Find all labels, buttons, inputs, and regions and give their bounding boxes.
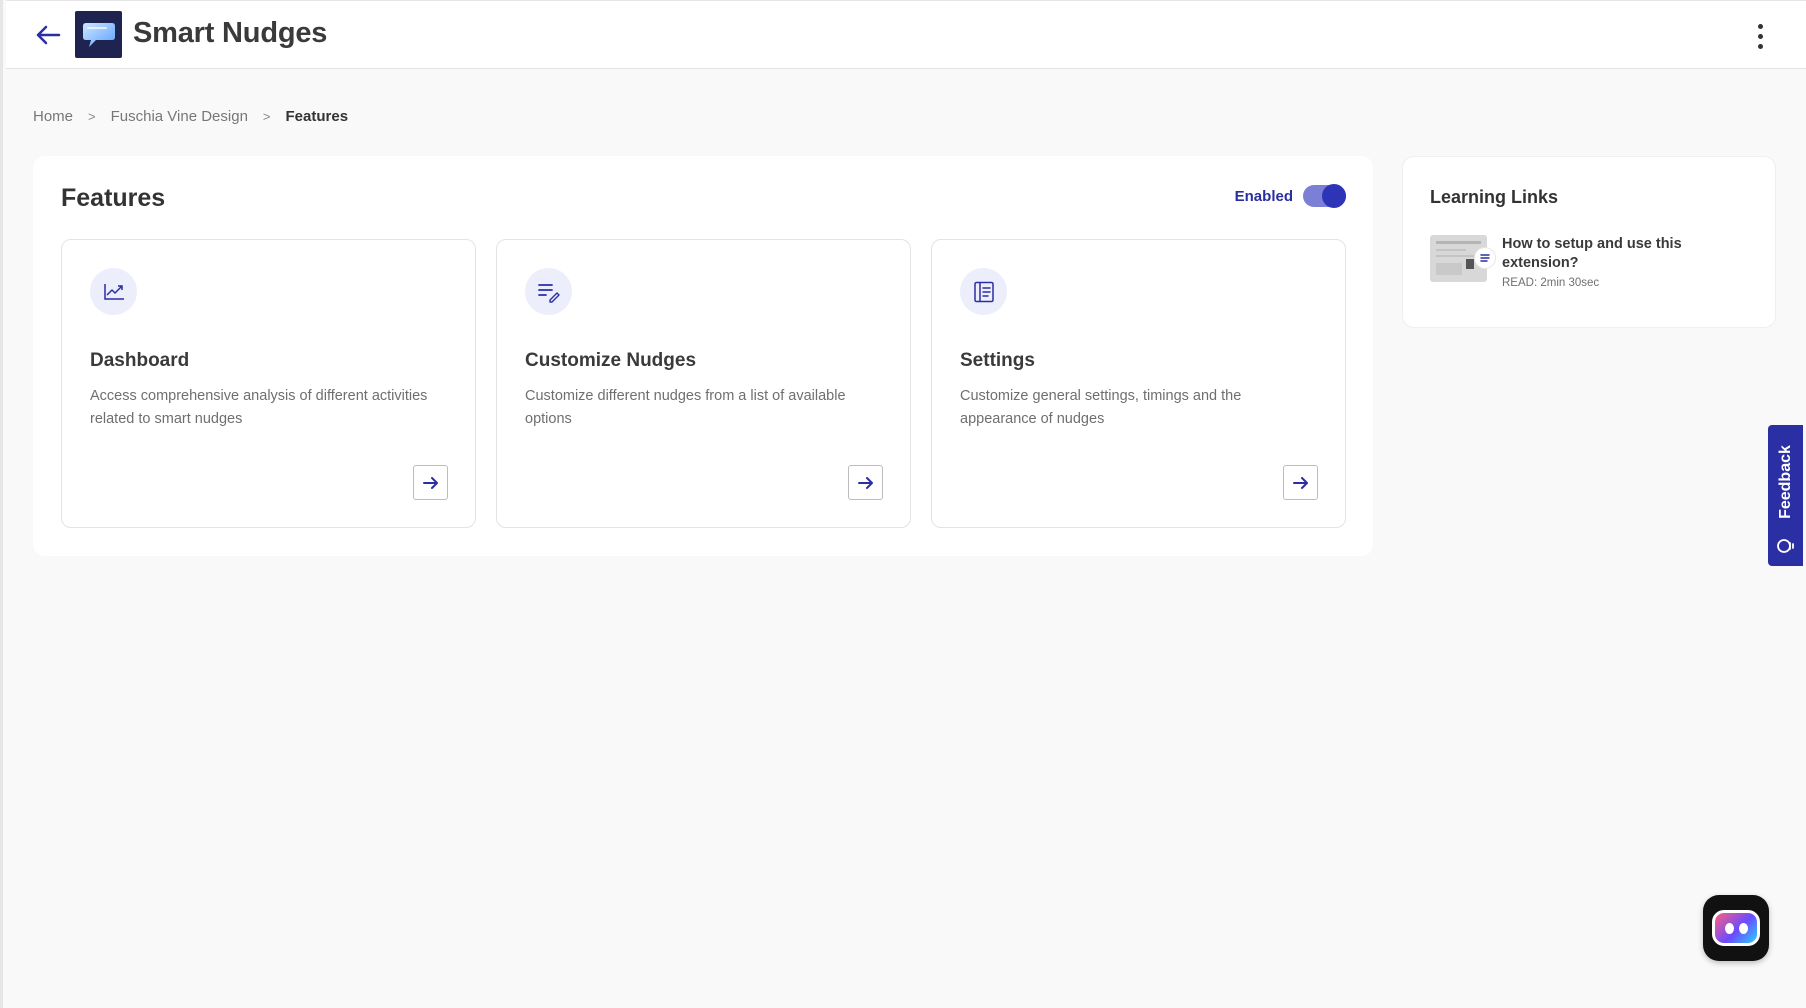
arrow-right-icon: [422, 476, 438, 489]
card-title: Dashboard: [90, 350, 190, 371]
toggle-knob: [1322, 184, 1346, 208]
kebab-dot: [1757, 33, 1763, 39]
arrow-right-icon: [857, 476, 873, 489]
list-edit-icon: [525, 268, 572, 315]
trend-chart-icon: [90, 268, 137, 315]
breadcrumb-separator: >: [262, 109, 271, 124]
card-description: Access comprehensive analysis of differe…: [90, 388, 428, 427]
app-root: Smart Nudges Home > Fuschia Vine Design …: [0, 0, 1806, 1008]
feedback-label: Feedback: [1776, 444, 1794, 519]
learning-links-heading: Learning Links: [1430, 187, 1559, 207]
card-title: Customize Nudges: [525, 350, 697, 371]
arrow-right-icon: [1292, 476, 1308, 489]
top-bar: Smart Nudges: [6, 0, 1806, 69]
feature-card-customize-nudges[interactable]: Customize Nudges Customize different nud…: [496, 239, 911, 528]
learning-link-item[interactable]: How to setup and use this extension? REA…: [1430, 235, 1760, 291]
learning-link-read-time: READ: 2min 30sec: [1502, 277, 1600, 289]
open-dashboard-button[interactable]: [413, 465, 448, 500]
app-logo: [75, 11, 122, 58]
arrow-left-icon: [36, 25, 61, 45]
features-heading: Features: [61, 184, 166, 212]
learning-link-title[interactable]: How to setup and use this extension?: [1502, 235, 1752, 273]
breadcrumb: Home > Fuschia Vine Design > Features: [33, 108, 348, 125]
feature-cards: Dashboard Access comprehensive analysis …: [61, 239, 1346, 528]
learning-links-panel: Learning Links How to setup and use this…: [1402, 156, 1776, 328]
breadcrumb-current: Features: [285, 108, 349, 125]
document-icon: [1475, 248, 1495, 268]
card-title: Settings: [960, 350, 1035, 371]
open-settings-button[interactable]: [1283, 465, 1318, 500]
card-description: Customize different nudges from a list o…: [525, 388, 846, 427]
document-panel-icon: [960, 268, 1007, 315]
kebab-dot: [1757, 23, 1763, 29]
app-title: Smart Nudges: [133, 17, 328, 49]
enabled-toggle-group: Enabled: [1234, 184, 1346, 208]
back-button[interactable]: [32, 21, 64, 49]
breadcrumb-home[interactable]: Home: [33, 108, 73, 125]
learning-link-text: How to setup and use this extension? REA…: [1502, 235, 1752, 289]
features-panel: Features Enabled Dashboard Access compre…: [33, 156, 1373, 556]
enabled-toggle-label: Enabled: [1234, 187, 1293, 205]
chat-assistant-button[interactable]: [1703, 895, 1769, 961]
breadcrumb-separator: >: [88, 109, 96, 124]
enabled-toggle[interactable]: [1303, 184, 1346, 208]
card-description: Customize general settings, timings and …: [960, 388, 1242, 427]
speech-bubble-logo-icon: [82, 22, 115, 47]
breadcrumb-store[interactable]: Fuschia Vine Design: [111, 108, 248, 125]
kebab-dot: [1757, 43, 1763, 49]
chat-bot-icon: [1712, 910, 1760, 946]
open-customize-nudges-button[interactable]: [848, 465, 883, 500]
feedback-tab[interactable]: Feedback: [1768, 425, 1803, 566]
feature-card-dashboard[interactable]: Dashboard Access comprehensive analysis …: [61, 239, 476, 528]
feature-card-settings[interactable]: Settings Customize general settings, tim…: [931, 239, 1346, 528]
lightbulb-icon: [1777, 539, 1794, 553]
more-options-button[interactable]: [1750, 21, 1770, 51]
